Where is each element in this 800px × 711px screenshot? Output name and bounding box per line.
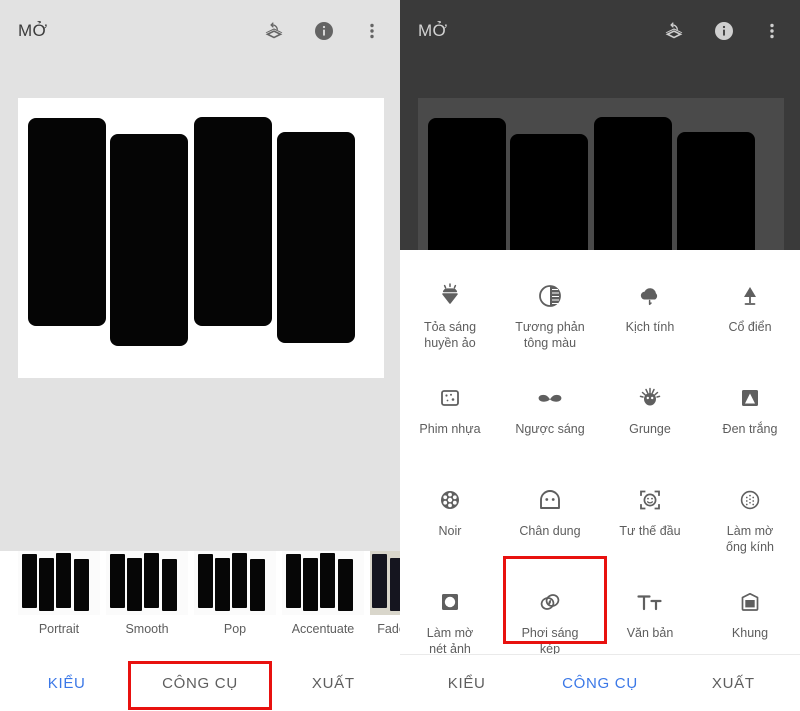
photo-block: [277, 132, 355, 343]
undo-layers-icon[interactable]: [662, 19, 686, 43]
tool-tu-the-dau[interactable]: Tư thế đầu: [600, 474, 700, 570]
tool-toa-sang-huyen-ao[interactable]: Tỏa sáng huyền ảo: [400, 270, 500, 366]
right-app-bar: MỞ: [400, 0, 800, 62]
tool-label: Phim nhựa: [419, 422, 481, 436]
overflow-menu-icon[interactable]: [362, 19, 382, 43]
left-app-title: MỞ: [18, 21, 48, 40]
tab-kieu[interactable]: KIỂU: [400, 675, 533, 692]
tool-label: Tư thế đầu: [619, 524, 681, 538]
tools-sheet: Tỏa sáng huyền ảo Tương phản tông màu Kịch…: [400, 250, 800, 711]
noir-film-reel-icon: [435, 480, 465, 520]
right-bottom-tabs: KIỂU CÔNG CỤ XUẤT: [400, 655, 800, 711]
info-icon[interactable]: [712, 19, 736, 43]
tool-phim-nhua[interactable]: Phim nhựa: [400, 372, 500, 468]
overflow-menu-icon[interactable]: [762, 19, 782, 43]
tool-label: Khung: [731, 626, 769, 640]
tool-label: Kịch tính: [625, 320, 675, 334]
tab-xuat[interactable]: XUẤT: [267, 675, 400, 692]
tool-label: Cổ điển: [728, 320, 772, 334]
preset-label: Pop: [223, 622, 247, 636]
preset-thumbnail: [106, 551, 188, 615]
tool-lam-mo-ong-kinh[interactable]: Làm mờ ống kính: [700, 474, 800, 570]
tool-grunge[interactable]: Grunge: [600, 372, 700, 468]
right-phone-panel: MỞ Ghi chú: [400, 0, 800, 711]
undo-layers-icon[interactable]: [262, 19, 286, 43]
retrolux-mustache-icon: [533, 378, 567, 418]
preset-thumbnail: [194, 551, 276, 615]
grainy-film-icon: [435, 378, 465, 418]
text-icon: [633, 582, 667, 622]
portrait-face-icon: [535, 480, 565, 520]
tool-tuong-phan-tong-mau[interactable]: Tương phản tông màu: [500, 270, 600, 366]
info-icon[interactable]: [312, 19, 336, 43]
preset-item[interactable]: Portrait: [18, 551, 106, 636]
tool-label: Tỏa sáng huyền ảo: [423, 320, 477, 350]
tool-kich-tinh[interactable]: Kịch tính: [600, 270, 700, 366]
drama-cloud-icon: [635, 276, 665, 316]
preset-thumbnail: [370, 551, 400, 615]
tool-label: Noir: [438, 524, 462, 538]
tool-label: Phơi sáng kép: [521, 626, 579, 656]
left-app-bar: MỞ: [0, 0, 400, 62]
double-exposure-icon: [534, 582, 566, 622]
grunge-splatter-icon: [635, 378, 665, 418]
tab-cong-cu[interactable]: CÔNG CỤ: [533, 675, 666, 692]
preset-item[interactable]: Faded Glow: [370, 551, 400, 636]
tonal-contrast-icon: [535, 276, 565, 316]
preset-item[interactable]: Accentuate: [282, 551, 370, 636]
preset-label: Faded Glow: [377, 622, 400, 636]
photo-block: [110, 134, 188, 346]
tool-nguoc-sang[interactable]: Ngược sáng: [500, 372, 600, 468]
tilt-shift-icon: [435, 582, 465, 622]
tool-den-trang[interactable]: Đen trắng: [700, 372, 800, 468]
vintage-lamp-icon: [735, 276, 765, 316]
preset-item[interactable]: Pop: [194, 551, 282, 636]
tool-label: Đen trắng: [722, 422, 778, 436]
comparison-screenshot: MỞ Portrait Smooth Pop Accentuate Fad KI…: [0, 0, 800, 711]
tool-label: Grunge: [629, 422, 671, 436]
tool-label: Chân dung: [519, 524, 581, 538]
lens-blur-icon: [735, 480, 765, 520]
tool-chan-dung[interactable]: Chân dung: [500, 474, 600, 570]
preset-label: Smooth: [125, 622, 169, 636]
photo-block: [28, 118, 106, 326]
left-phone-panel: MỞ Portrait Smooth Pop Accentuate Fad KI…: [0, 0, 400, 711]
tools-grid: Tỏa sáng huyền ảo Tương phản tông màu Kịch…: [400, 250, 800, 672]
preset-filmstrip[interactable]: Portrait Smooth Pop Accentuate Fad: [0, 551, 400, 655]
tool-label: Làm mờ ống kính: [726, 524, 774, 554]
tool-label: Làm mờ nét ảnh: [426, 626, 474, 656]
photo-block: [194, 117, 272, 326]
preset-label: Portrait: [38, 622, 80, 636]
photo-content: [18, 98, 384, 378]
right-app-title: MỞ: [418, 21, 448, 40]
tool-co-dien[interactable]: Cổ điển: [700, 270, 800, 366]
black-white-icon: [735, 378, 765, 418]
frames-icon: [735, 582, 765, 622]
preset-thumbnail: [18, 551, 100, 615]
tool-label: Ngược sáng: [515, 422, 585, 436]
tab-cong-cu[interactable]: CÔNG CỤ: [133, 675, 266, 692]
preset-label: Accentuate: [291, 622, 355, 636]
tool-label: Tương phản tông màu: [515, 320, 585, 350]
preset-item[interactable]: Smooth: [106, 551, 194, 636]
glow-diamond-icon: [435, 276, 465, 316]
tab-xuat[interactable]: XUẤT: [667, 675, 800, 692]
preset-thumbnail: [282, 551, 364, 615]
head-pose-icon: [635, 480, 665, 520]
tab-kieu[interactable]: KIỂU: [0, 675, 133, 692]
tool-noir[interactable]: Noir: [400, 474, 500, 570]
edited-photo[interactable]: [18, 98, 384, 378]
left-bottom-tabs: KIỂU CÔNG CỤ XUẤT: [0, 655, 400, 711]
tool-label: Văn bản: [626, 626, 674, 640]
